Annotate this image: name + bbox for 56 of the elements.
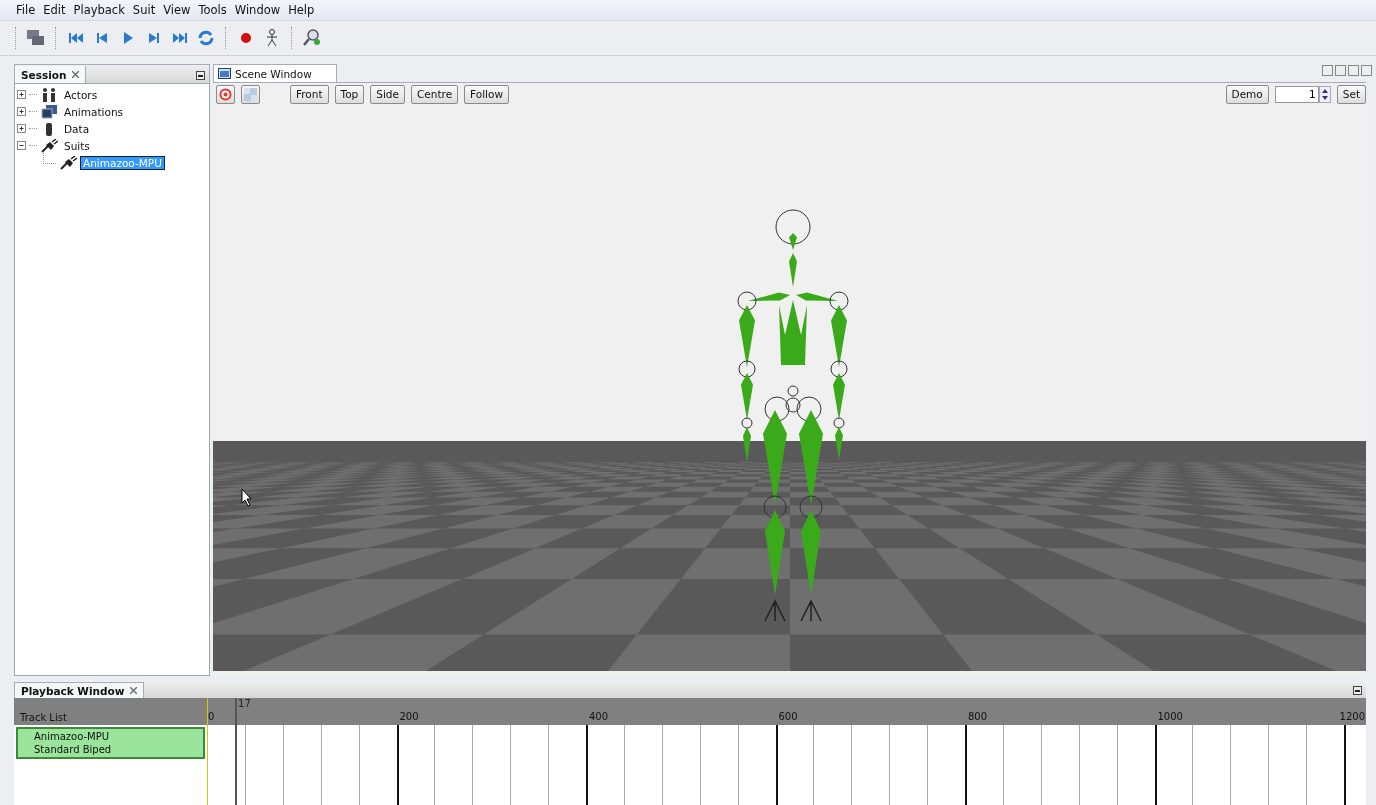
ruler-label: 600: [778, 711, 798, 724]
film-stack-icon: [40, 104, 58, 119]
view-button[interactable]: Side: [370, 84, 405, 104]
playback-tab[interactable]: Playback Window: [14, 682, 145, 698]
view-button[interactable]: Follow: [464, 84, 510, 104]
target-icon: [219, 87, 232, 101]
expand-toggle[interactable]: [17, 107, 26, 116]
close-icon[interactable]: [72, 71, 80, 78]
zoom-icon[interactable]: [302, 28, 322, 48]
refresh-icon[interactable]: [196, 28, 216, 48]
window-icon: [218, 68, 231, 79]
menu-item[interactable]: File: [12, 3, 40, 17]
expand-toggle[interactable]: [17, 90, 26, 99]
ruler-label: 1000: [1157, 711, 1183, 724]
menu-item[interactable]: Edit: [39, 3, 70, 17]
menu-item[interactable]: View: [159, 3, 195, 17]
ruler-label: 1200: [1339, 711, 1365, 724]
tree-item[interactable]: Suits: [61, 138, 93, 153]
expand-toggle[interactable]: [17, 124, 26, 133]
ruler-label: 200: [399, 711, 419, 724]
ruler-label: 0: [208, 711, 215, 724]
set-button[interactable]: Set: [1336, 84, 1366, 104]
ruler-label: 400: [589, 711, 609, 724]
tree-item[interactable]: Data: [61, 121, 93, 136]
spinner-arrows-icon[interactable]: [1318, 85, 1331, 103]
menu-item[interactable]: Help: [284, 3, 319, 17]
minimize-icon[interactable]: [1353, 686, 1362, 695]
menu-item[interactable]: Tools: [194, 3, 231, 17]
track-list-header: Track List: [14, 698, 207, 725]
tree-item[interactable]: Animations: [61, 104, 126, 119]
view-button[interactable]: Centre: [411, 84, 459, 104]
people-icon: [40, 87, 58, 102]
frame-field[interactable]: 1: [1274, 85, 1319, 103]
close-icon[interactable]: [130, 687, 138, 694]
menu-item[interactable]: Suit: [128, 3, 160, 17]
plug-icon: [40, 138, 58, 153]
minimize-icon[interactable]: [196, 71, 205, 80]
mouse-cursor-icon: [241, 488, 252, 507]
playhead[interactable]: [235, 698, 238, 805]
monitors-icon[interactable]: [26, 28, 46, 48]
track-item[interactable]: Animazoo-MPU Standard Biped: [16, 727, 205, 759]
tree-item[interactable]: Actors: [61, 87, 101, 102]
scene-tab[interactable]: Scene Window: [213, 64, 337, 82]
ruler-label: 800: [968, 711, 988, 724]
plug-icon: [59, 155, 77, 170]
session-tab[interactable]: Session: [15, 66, 87, 83]
view-button[interactable]: Top: [334, 84, 365, 104]
view-button[interactable]: Front: [290, 84, 329, 104]
grid-button[interactable]: [241, 84, 260, 104]
playhead-label: 17: [238, 698, 251, 709]
grid-icon: [244, 87, 257, 101]
demo-button[interactable]: Demo: [1225, 84, 1269, 104]
menu-item[interactable]: Window: [230, 3, 285, 17]
expand-toggle[interactable]: [17, 141, 26, 150]
menu-item[interactable]: Playback: [69, 3, 129, 17]
target-button[interactable]: [216, 84, 235, 104]
